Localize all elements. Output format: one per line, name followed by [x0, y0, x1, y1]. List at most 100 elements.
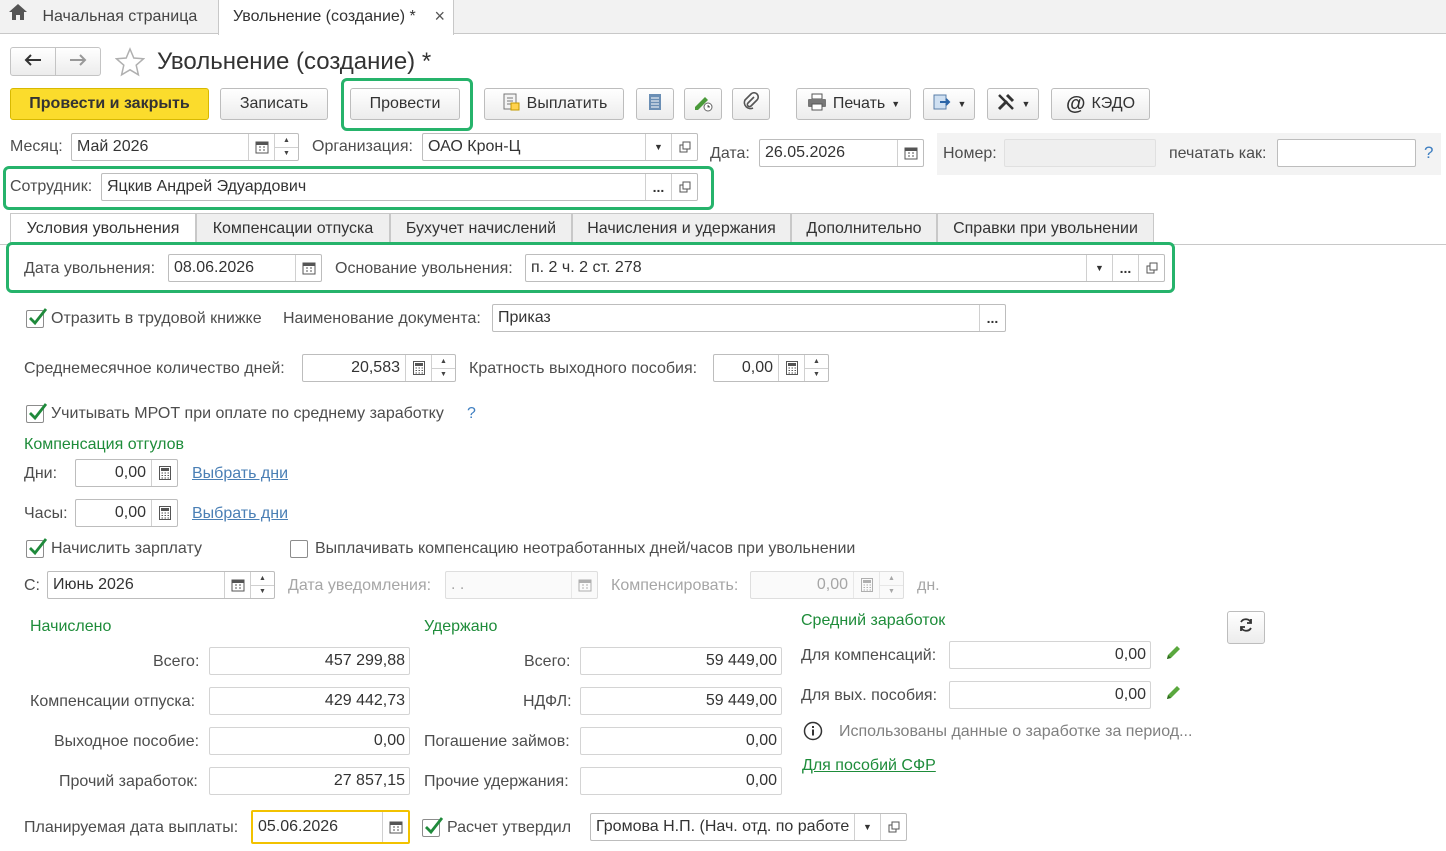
basis-value[interactable]: п. 2 ч. 2 ст. 278 — [526, 255, 1086, 281]
kedo-button[interactable]: @ КЭДО — [1051, 88, 1150, 120]
from-field[interactable]: Июнь 2026 ▲ ▼ — [47, 571, 275, 599]
plan-date-field[interactable]: 05.06.2026 — [251, 810, 410, 844]
pencil-icon[interactable] — [1165, 643, 1183, 666]
attach-button[interactable] — [732, 88, 770, 120]
from-stepper[interactable]: ▲ ▼ — [250, 572, 274, 598]
calendar-icon[interactable] — [224, 572, 250, 598]
calendar-icon[interactable] — [248, 134, 274, 160]
doc-name-value[interactable]: Приказ — [493, 305, 979, 331]
date-value[interactable]: 26.05.2026 — [760, 140, 897, 166]
dropdown-icon[interactable]: ▼ — [645, 134, 671, 160]
print-button[interactable]: Печать ▼ — [796, 88, 911, 120]
days-unit-label: дн. — [917, 577, 940, 594]
severance-mult-field[interactable]: 0,00 ▲ ▼ — [713, 354, 829, 382]
create-based-on-button[interactable]: ▼ — [923, 88, 975, 120]
days-value[interactable]: 0,00 — [76, 460, 151, 486]
days-field[interactable]: 0,00 — [75, 459, 178, 487]
severance-mult-value[interactable]: 0,00 — [714, 355, 778, 381]
post-and-close-button[interactable]: Провести и закрыть — [10, 88, 209, 120]
severance-mult-stepper[interactable]: ▲ ▼ — [804, 355, 828, 381]
calculator-icon[interactable] — [151, 460, 177, 486]
choose-hours-days-link[interactable]: Выбрать дни — [192, 504, 288, 524]
save-button[interactable]: Записать — [220, 88, 328, 120]
approved-by-field[interactable]: Громова Н.П. (Нач. отд. по работе ▼ — [590, 813, 907, 841]
tab-accounting[interactable]: Бухучет начислений — [390, 213, 572, 243]
pay-button[interactable]: Выплатить — [484, 88, 624, 120]
tab-document[interactable]: Увольнение (создание) * × — [218, 0, 454, 35]
dropdown-icon[interactable]: ▼ — [854, 814, 880, 840]
dismissal-date-field[interactable]: 08.06.2026 — [168, 254, 322, 282]
pay-unworked-label[interactable]: Выплачивать компенсацию неотработанных д… — [315, 539, 855, 559]
month-stepper[interactable]: ▲ ▼ — [274, 134, 298, 160]
hours-field[interactable]: 0,00 — [75, 499, 178, 527]
basis-field[interactable]: п. 2 ч. 2 ст. 278 ▼ ... — [525, 254, 1165, 282]
refresh-icon — [1238, 617, 1254, 638]
pencil-icon[interactable] — [1165, 683, 1183, 706]
severance-value: 0,00 — [209, 727, 410, 755]
approved-label[interactable]: Расчет утвердил — [447, 818, 571, 838]
calendar-icon[interactable] — [295, 255, 321, 281]
labor-book-checkbox[interactable] — [26, 308, 48, 328]
org-value[interactable]: ОАО Крон-Ц — [423, 134, 645, 160]
mrot-checkbox[interactable] — [26, 403, 48, 423]
edit-status-button[interactable] — [684, 88, 722, 120]
mrot-label[interactable]: Учитывать МРОТ при оплате по среднему за… — [51, 404, 444, 424]
employee-field[interactable]: Яцкив Андрей Эдуардович ... — [101, 173, 698, 201]
select-icon[interactable]: ... — [645, 174, 671, 200]
tab-vacation-compensation[interactable]: Компенсации отпуска — [196, 213, 390, 243]
forward-button[interactable] — [56, 48, 100, 75]
star-icon[interactable] — [114, 47, 146, 82]
month-value[interactable]: Май 2026 — [72, 134, 248, 160]
date-field[interactable]: 26.05.2026 — [759, 139, 924, 167]
settings-button[interactable]: ▼ — [987, 88, 1039, 120]
help-icon[interactable]: ? — [1424, 143, 1433, 163]
post-button[interactable]: Провести — [350, 88, 460, 120]
org-field[interactable]: ОАО Крон-Ц ▼ — [422, 133, 698, 161]
dismissal-date-value[interactable]: 08.06.2026 — [169, 255, 295, 281]
close-icon[interactable]: × — [434, 0, 445, 33]
tab-additional[interactable]: Дополнительно — [791, 213, 937, 243]
calc-salary-checkbox[interactable] — [26, 538, 48, 558]
open-icon[interactable] — [671, 174, 697, 200]
sfr-link[interactable]: Для пособий СФР — [802, 756, 936, 776]
month-label: Месяц: — [10, 138, 63, 155]
approved-checkbox[interactable] — [422, 817, 444, 837]
print-as-field[interactable] — [1277, 139, 1416, 167]
labor-book-label[interactable]: Отразить в трудовой книжке — [51, 309, 262, 329]
from-value[interactable]: Июнь 2026 — [48, 572, 224, 598]
avg-days-field[interactable]: 20,583 ▲ ▼ — [302, 354, 456, 382]
tab-certificates[interactable]: Справки при увольнении — [937, 213, 1154, 243]
calendar-icon[interactable] — [382, 812, 408, 842]
tab-home[interactable]: Начальная страница — [0, 0, 216, 34]
calculator-icon[interactable] — [405, 355, 431, 381]
pay-unworked-checkbox[interactable] — [290, 540, 308, 558]
open-icon[interactable] — [1138, 255, 1164, 281]
approved-by-value[interactable]: Громова Н.П. (Нач. отд. по работе — [591, 814, 854, 840]
back-button[interactable] — [11, 48, 56, 75]
plan-date-value[interactable]: 05.06.2026 — [253, 812, 382, 842]
calculator-icon[interactable] — [778, 355, 804, 381]
tab-accruals-deductions[interactable]: Начисления и удержания — [572, 213, 791, 243]
employee-value[interactable]: Яцкив Андрей Эдуардович — [102, 174, 645, 200]
avg-days-stepper[interactable]: ▲ ▼ — [431, 355, 455, 381]
open-icon[interactable] — [880, 814, 906, 840]
tab-dismissal-conditions[interactable]: Условия увольнения — [10, 213, 196, 245]
choose-days-link[interactable]: Выбрать дни — [192, 464, 288, 484]
open-icon[interactable] — [671, 134, 697, 160]
hours-value[interactable]: 0,00 — [76, 500, 151, 526]
calendar-icon[interactable] — [897, 140, 923, 166]
refresh-button[interactable] — [1227, 611, 1265, 644]
vacation-comp-label: Компенсации отпуска: — [30, 693, 196, 710]
month-field[interactable]: Май 2026 ▲ ▼ — [71, 133, 299, 161]
dropdown-icon[interactable]: ▼ — [1086, 255, 1112, 281]
avg-days-value[interactable]: 20,583 — [303, 355, 405, 381]
doc-name-field[interactable]: Приказ ... — [492, 304, 1006, 332]
select-icon[interactable]: ... — [1112, 255, 1138, 281]
mrot-help-icon[interactable]: ? — [467, 404, 476, 424]
calc-salary-label[interactable]: Начислить зарплату — [51, 539, 202, 559]
avg-days-label: Среднемесячное количество дней: — [24, 360, 285, 377]
calculator-icon[interactable] — [151, 500, 177, 526]
journal-button[interactable] — [636, 88, 674, 120]
caret-down-icon: ▼ — [1021, 99, 1031, 109]
select-icon[interactable]: ... — [979, 305, 1005, 331]
